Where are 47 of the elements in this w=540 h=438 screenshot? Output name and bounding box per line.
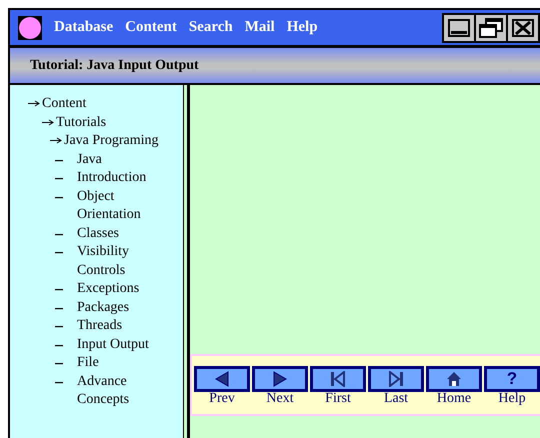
tree-item[interactable]: File xyxy=(77,354,163,372)
skip-forward-icon xyxy=(388,371,404,387)
arrow-icon xyxy=(28,100,40,107)
tree-item[interactable]: Threads xyxy=(77,317,163,336)
tree-item[interactable]: Content xyxy=(42,95,86,114)
minimize-icon xyxy=(448,18,470,36)
dash-icon xyxy=(55,289,63,291)
page-title: Tutorial: Java Input Output xyxy=(30,58,199,74)
close-icon xyxy=(512,18,534,36)
home-icon xyxy=(446,371,462,387)
dash-icon xyxy=(55,344,63,346)
skip-back-icon xyxy=(330,371,346,387)
tree-item[interactable]: Advance Concepts xyxy=(77,372,163,410)
tree-item[interactable]: Packages xyxy=(77,298,163,317)
tree-item[interactable]: Visibility Controls xyxy=(77,243,163,280)
dash-icon xyxy=(55,178,63,180)
menu-item[interactable]: Help xyxy=(286,19,318,36)
restore-icon xyxy=(479,18,503,38)
close-button[interactable] xyxy=(508,14,538,40)
menu-item[interactable]: Database xyxy=(54,19,114,36)
tree-item[interactable]: Input Output xyxy=(77,336,163,354)
right-triangle-icon xyxy=(272,371,288,387)
arrow-icon xyxy=(50,137,62,144)
question-mark-icon: ? xyxy=(506,369,518,389)
minimize-button[interactable] xyxy=(444,14,474,40)
left-triangle-icon xyxy=(214,371,230,387)
restore-button[interactable] xyxy=(476,14,506,40)
dash-icon xyxy=(55,196,63,198)
dash-icon xyxy=(55,160,63,162)
dash-icon xyxy=(55,234,63,236)
tree-item[interactable]: Exceptions xyxy=(77,280,163,298)
tree-item[interactable]: Object Orientation xyxy=(77,188,163,224)
dash-icon xyxy=(55,363,63,365)
menu-item[interactable]: Content xyxy=(125,19,177,36)
tree-item[interactable]: Introduction xyxy=(77,169,163,188)
dash-icon xyxy=(55,326,63,328)
tree-item[interactable]: Java Programing xyxy=(64,132,158,150)
dash-icon xyxy=(55,308,63,310)
tree-item[interactable]: Java xyxy=(77,150,163,169)
menu-item[interactable]: Search xyxy=(188,19,233,36)
dash-icon xyxy=(55,382,63,384)
tree-item[interactable]: Classes xyxy=(77,224,163,243)
menu-item[interactable]: Mail xyxy=(244,19,275,36)
circle-icon[interactable] xyxy=(18,16,42,40)
dash-icon xyxy=(55,252,63,254)
tree-item[interactable]: Tutorials xyxy=(56,114,106,132)
arrow-icon xyxy=(42,118,54,126)
